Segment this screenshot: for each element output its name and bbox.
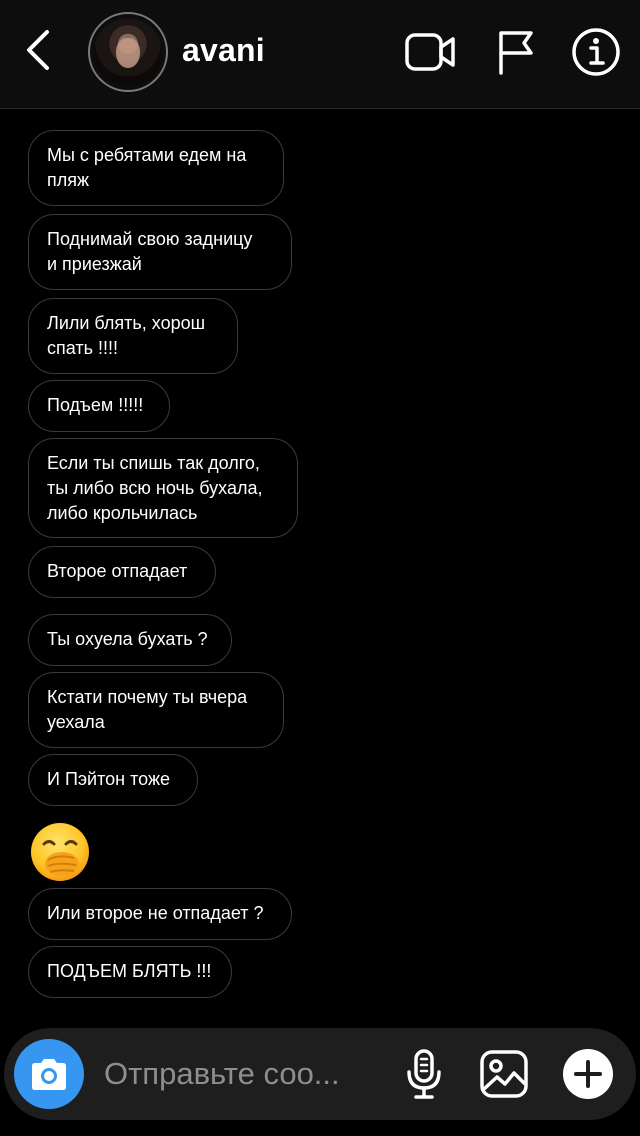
- message-bubble[interactable]: Если ты спишь так долго, ты либо всю ноч…: [28, 438, 298, 538]
- voice-message-button[interactable]: [396, 1046, 452, 1102]
- message-bubble[interactable]: Мы с ребятами едем на пляж: [28, 130, 284, 206]
- message-composer: [4, 1028, 636, 1120]
- message-bubble[interactable]: Подъем !!!!!: [28, 380, 170, 432]
- camera-button[interactable]: [14, 1039, 84, 1109]
- microphone-icon: [407, 1049, 441, 1099]
- gallery-icon: [480, 1050, 528, 1098]
- face-with-hand-over-mouth-icon: [31, 823, 89, 881]
- gallery-button[interactable]: [476, 1046, 532, 1102]
- message-list[interactable]: Мы с ребятами едем на пляж Поднимай свою…: [0, 108, 640, 1028]
- emoji-message[interactable]: [28, 820, 92, 884]
- back-icon: [27, 30, 49, 70]
- info-button[interactable]: [568, 26, 624, 78]
- more-actions-button[interactable]: [560, 1046, 616, 1102]
- chat-username[interactable]: avani: [182, 32, 265, 69]
- message-input[interactable]: [104, 1054, 384, 1094]
- message-bubble[interactable]: Поднимай свою задницу и приезжай: [28, 214, 292, 290]
- message-bubble[interactable]: Кстати почему ты вчера уехала: [28, 672, 284, 748]
- avatar-image: [94, 18, 162, 86]
- message-bubble[interactable]: Лили блять, хорош спать !!!!: [28, 298, 238, 374]
- flag-icon: [499, 31, 533, 75]
- message-bubble[interactable]: И Пэйтон тоже: [28, 754, 198, 806]
- video-call-button[interactable]: [402, 26, 458, 78]
- video-call-icon: [405, 33, 455, 71]
- message-bubble[interactable]: Второе отпадает: [28, 546, 216, 598]
- message-bubble[interactable]: ПОДЪЕМ БЛЯТЬ !!!: [28, 946, 232, 998]
- info-icon: [572, 28, 620, 76]
- plus-icon: [563, 1049, 613, 1099]
- message-bubble[interactable]: Или второе не отпадает ?: [28, 888, 292, 940]
- profile-avatar[interactable]: [88, 12, 168, 92]
- camera-icon: [32, 1059, 66, 1090]
- back-button[interactable]: [16, 28, 60, 72]
- report-button[interactable]: [488, 26, 544, 78]
- message-bubble[interactable]: Ты охуела бухать ?: [28, 614, 232, 666]
- chat-header: avani: [0, 0, 640, 109]
